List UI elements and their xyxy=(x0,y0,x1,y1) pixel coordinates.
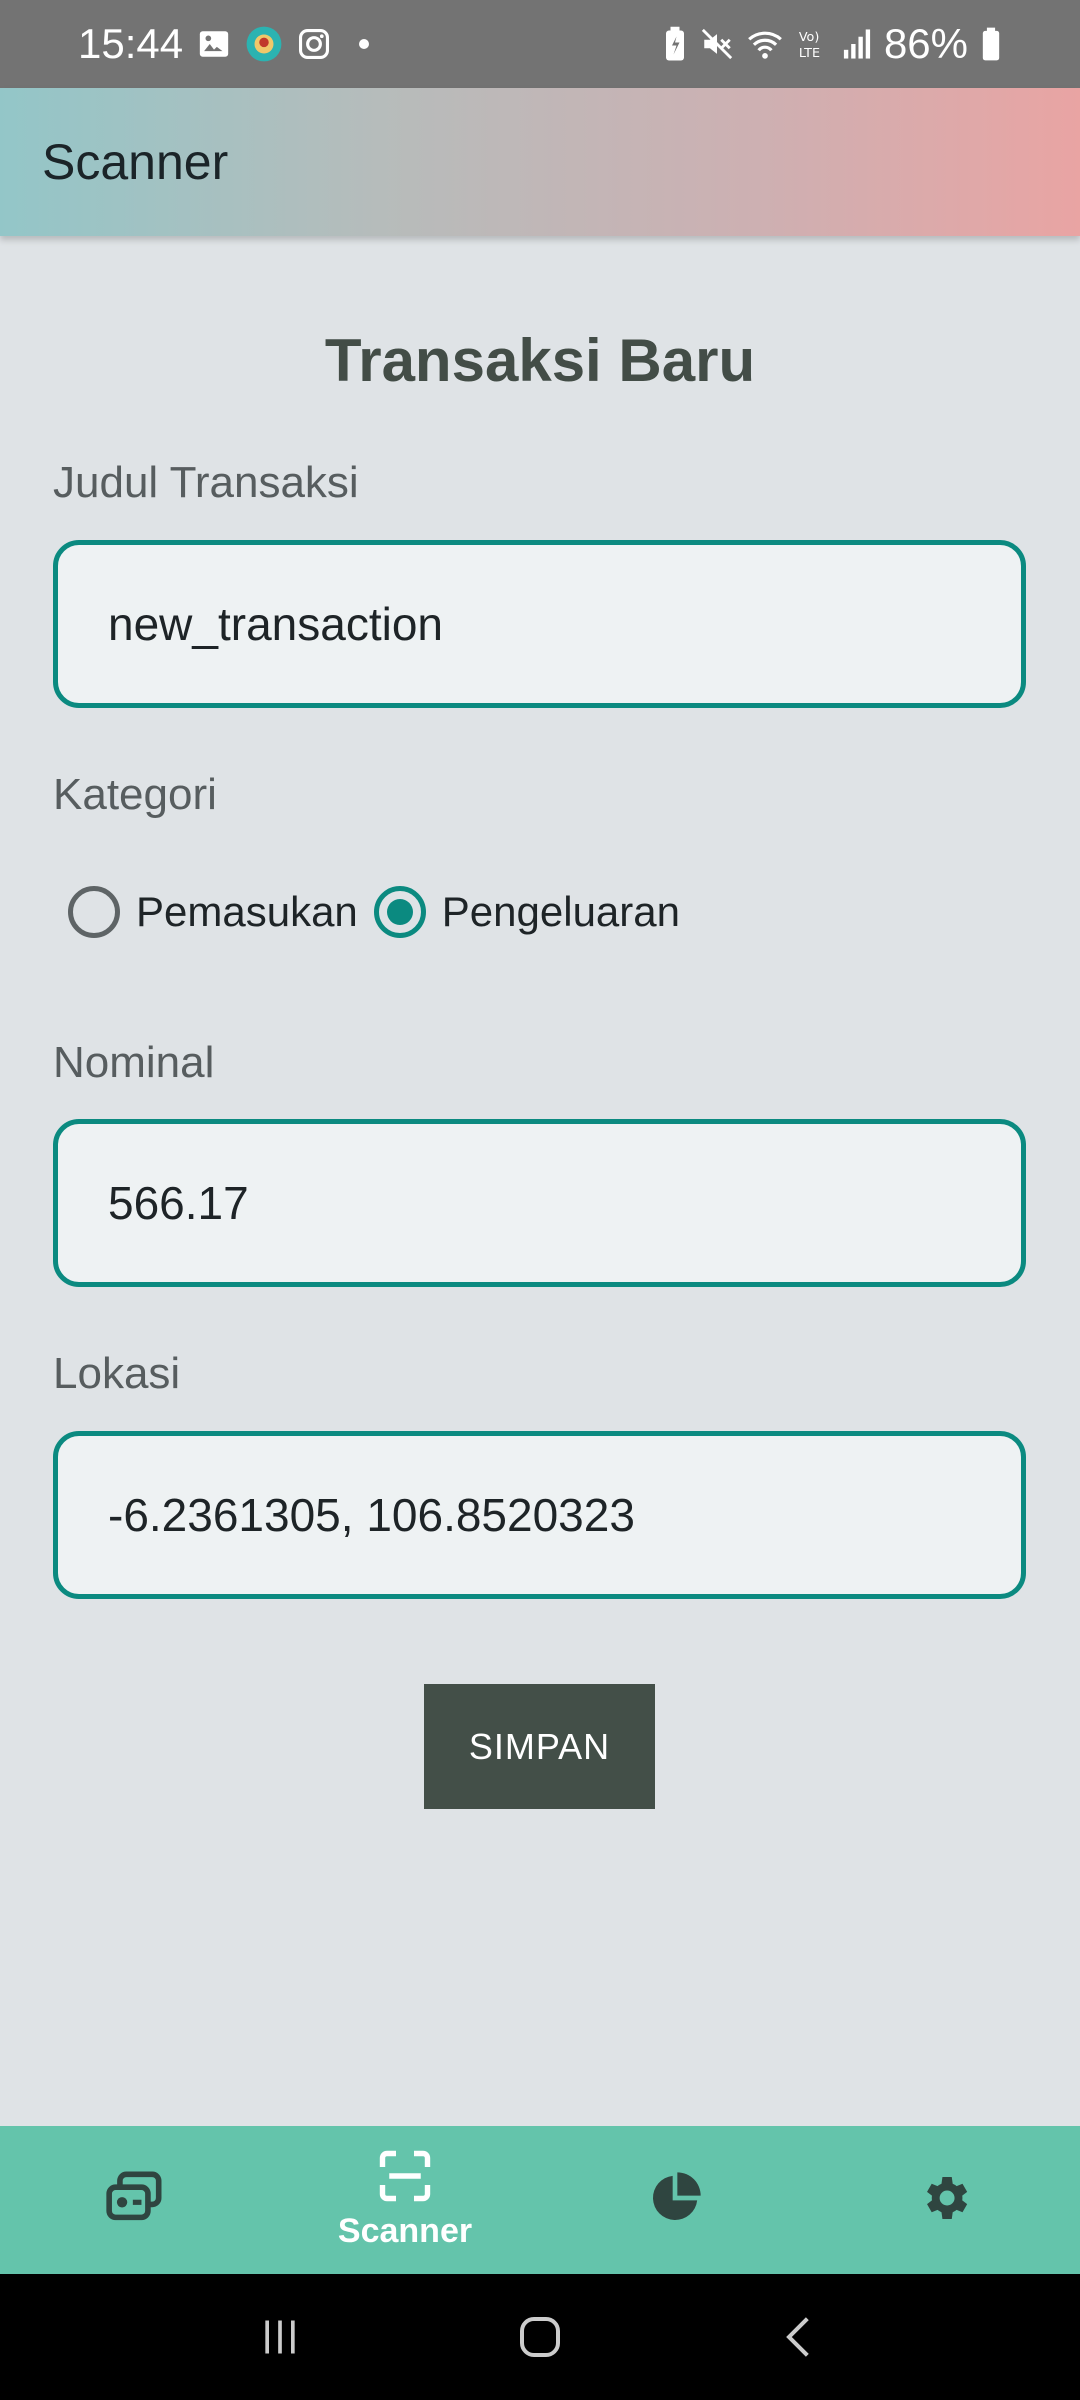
radio-label-pengeluaran: Pengeluaran xyxy=(441,888,680,935)
radio-option-pengeluaran[interactable]: Pengeluaran xyxy=(373,886,680,938)
gallery-icon xyxy=(197,27,231,61)
nav-item-scanner[interactable]: Scanner xyxy=(270,2126,540,2274)
status-bar: 15:44 Vo) LTE 86% xyxy=(0,0,1080,88)
status-bar-left: 15:44 xyxy=(78,20,370,68)
back-icon xyxy=(786,2317,809,2357)
home-button[interactable] xyxy=(490,2297,590,2377)
kategori-label: Kategori xyxy=(53,770,217,819)
nav-label-scanner: Scanner xyxy=(337,2212,473,2250)
nav-item-statistics[interactable] xyxy=(540,2126,810,2274)
radio-label-pemasukan: Pemasukan xyxy=(136,888,358,935)
nominal-label: Nominal xyxy=(53,1038,215,1087)
app-bar-title: Scanner xyxy=(42,134,229,190)
battery-saver-icon xyxy=(662,26,688,62)
status-bar-right: Vo) LTE 86% xyxy=(662,20,1002,68)
nominal-value: 566.17 xyxy=(108,1177,249,1229)
signal-icon xyxy=(842,28,872,60)
bottom-nav: Scanner xyxy=(0,2126,1080,2274)
pie-chart-icon xyxy=(647,2170,703,2231)
lokasi-label: Lokasi xyxy=(53,1349,181,1398)
recent-apps-button[interactable] xyxy=(230,2297,330,2377)
judul-label: Judul Transaksi xyxy=(53,458,359,507)
screen: 15:44 Vo) LTE 86% Scanner Transaksi Baru… xyxy=(0,0,1080,2400)
volte-icon: Vo) LTE xyxy=(796,27,830,61)
transaction-form: Transaksi Baru Judul Transaksi new_trans… xyxy=(0,236,1080,2126)
wallet-icon xyxy=(104,2170,166,2231)
svg-text:Vo): Vo) xyxy=(799,30,820,45)
judul-transaksi-input[interactable]: new_transaction xyxy=(53,540,1026,708)
app-avatar-icon xyxy=(245,25,283,63)
notification-dot-icon xyxy=(359,39,370,49)
battery-percent: 86% xyxy=(883,20,968,67)
judul-transaksi-value: new_transaction xyxy=(108,598,443,650)
wifi-icon xyxy=(746,27,784,61)
recent-apps-icon xyxy=(265,2320,295,2354)
kategori-radio-group: Pemasukan Pengeluaran xyxy=(68,886,696,938)
radio-option-pemasukan[interactable]: Pemasukan xyxy=(68,886,358,938)
scanner-icon xyxy=(378,2149,432,2208)
save-button[interactable]: SIMPAN xyxy=(424,1684,655,1809)
system-nav-bar xyxy=(0,2274,1080,2400)
lokasi-value: -6.2361305, 106.8520323 xyxy=(108,1489,635,1541)
home-icon xyxy=(520,2317,560,2357)
app-bar: Scanner xyxy=(0,88,1080,236)
radio-checked-icon[interactable] xyxy=(373,886,426,938)
svg-text:LTE: LTE xyxy=(799,46,820,61)
nominal-input[interactable]: 566.17 xyxy=(53,1119,1026,1287)
back-button[interactable] xyxy=(750,2297,850,2377)
gear-icon xyxy=(917,2170,973,2231)
nav-item-settings[interactable] xyxy=(810,2126,1080,2274)
radio-unchecked-icon[interactable] xyxy=(68,886,120,938)
battery-icon xyxy=(980,26,1002,62)
lokasi-input[interactable]: -6.2361305, 106.8520323 xyxy=(53,1431,1026,1599)
mute-icon xyxy=(700,27,734,61)
status-time: 15:44 xyxy=(78,20,184,67)
nav-item-wallet[interactable] xyxy=(0,2126,270,2274)
form-title: Transaksi Baru xyxy=(324,327,756,394)
instagram-icon xyxy=(297,27,331,61)
